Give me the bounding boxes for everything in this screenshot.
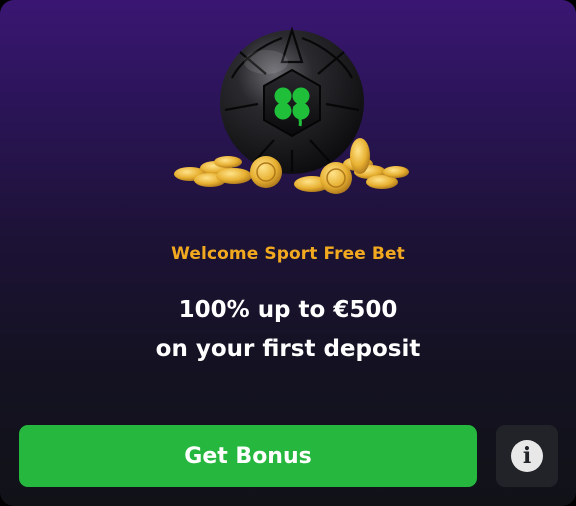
- info-icon: i: [511, 440, 543, 472]
- get-bonus-button[interactable]: Get Bonus: [19, 425, 477, 487]
- promo-card: Welcome Sport Free Bet 100% up to €500 o…: [0, 0, 576, 506]
- offer-line-amount: 100% up to €500: [178, 297, 398, 323]
- offer-line-condition: on your first deposit: [155, 336, 421, 362]
- promo-title: Welcome Sport Free Bet: [171, 244, 405, 264]
- info-button[interactable]: i: [496, 425, 558, 487]
- soccer-ball-coins-icon: [174, 26, 409, 194]
